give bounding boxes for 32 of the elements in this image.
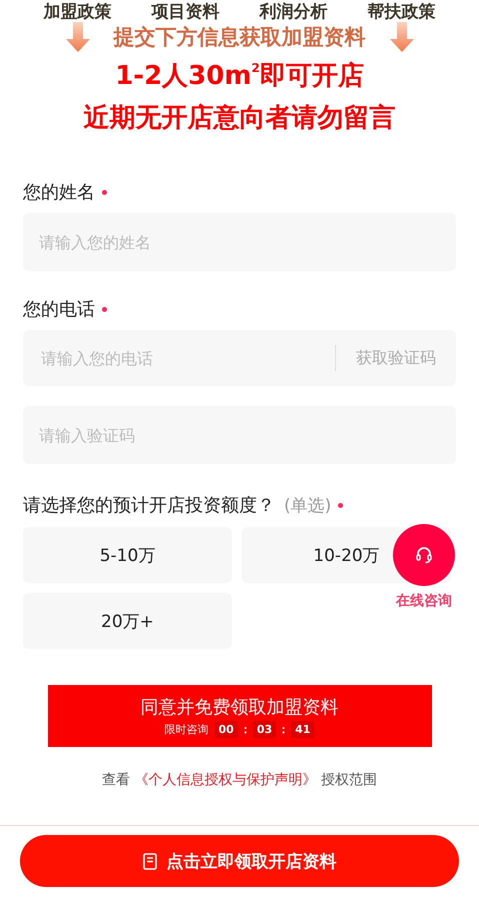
banner-headline: 1-2人30m$^{2}$即可开店 <box>115 60 364 93</box>
banner-warning: 近期无开店意向者请勿留言 <box>84 102 396 135</box>
document-icon <box>142 852 156 870</box>
code-field[interactable]: 请输入验证码 <box>23 406 456 464</box>
field-label: 您的电话 <box>23 298 95 321</box>
chat-label: 在线咨询 <box>396 592 452 610</box>
field-label: 您的姓名 <box>23 181 95 204</box>
banner-tab-label: 帮扶政策 <box>368 2 436 22</box>
consent-text: 查看 <box>102 772 130 788</box>
banner-tab-label: 项目资料 <box>152 2 220 22</box>
question-hint: (单选) <box>284 494 332 516</box>
countdown-colon: ： <box>278 722 290 736</box>
name-field[interactable]: 请输入您的姓名 <box>23 213 456 271</box>
privacy-link[interactable]: 《个人信息授权与保护声明》 <box>134 772 316 788</box>
submit-button[interactable]: 同意并免费领取加盟资料 限时咨询 00 ： 03 ： 41 <box>48 685 432 747</box>
banner-tab-label: 利润分析 <box>260 2 328 22</box>
banner-tab-label: 加盟政策 <box>44 2 112 22</box>
consent-text: 授权范围 <box>320 772 377 788</box>
question-label: 请选择您的预计开店投资额度？ <box>23 494 275 517</box>
countdown-digits: 41 <box>291 720 314 738</box>
option-button[interactable]: 20万+ <box>23 593 232 649</box>
countdown-label: 限时咨询 <box>164 722 209 736</box>
countdown-digits: 03 <box>252 720 276 738</box>
headset-icon <box>415 546 433 564</box>
claim-button[interactable]: 点击立即领取开店资料 <box>20 835 459 887</box>
banner-subtitle: 提交下方信息获取加盟资料 <box>112 24 366 51</box>
down-arrow-icon <box>66 22 90 52</box>
down-arrow-icon <box>390 22 414 52</box>
countdown-colon: ： <box>240 722 251 736</box>
option-button[interactable]: 5-10万 <box>23 527 232 583</box>
countdown-digits: 00 <box>214 720 238 738</box>
submit-label: 同意并免费领取加盟资料 <box>140 696 338 718</box>
